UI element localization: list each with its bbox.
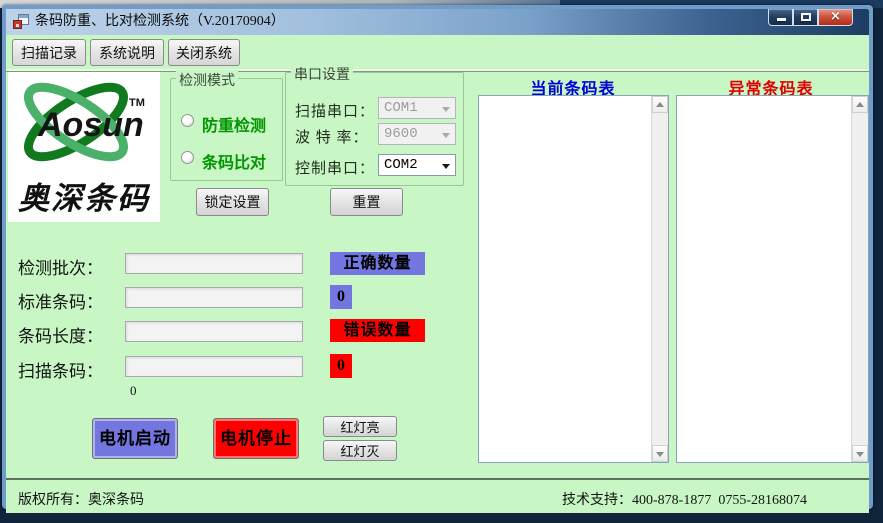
correct-count-value: 0 bbox=[330, 285, 352, 309]
baud-rate-value: 9600 bbox=[384, 126, 418, 142]
radio-barcode-compare[interactable]: 条码比对 bbox=[181, 149, 277, 165]
reset-button[interactable]: 重置 bbox=[330, 188, 403, 216]
maximize-icon bbox=[801, 13, 811, 21]
barcode-length-label: 条码长度： bbox=[18, 322, 103, 347]
batch-input[interactable] bbox=[125, 253, 303, 274]
app-form-icon bbox=[13, 14, 29, 30]
minimize-icon bbox=[777, 18, 786, 21]
standard-barcode-input[interactable] bbox=[125, 287, 303, 308]
close-icon: × bbox=[819, 9, 852, 25]
minimize-button[interactable] bbox=[768, 9, 793, 26]
serial-settings-groupbox: 串口设置 扫描串口： COM1 波 特 率： 9600 控制串口： COM2 bbox=[285, 72, 464, 186]
chevron-down-icon bbox=[442, 133, 450, 138]
batch-label: 检测批次： bbox=[18, 254, 103, 279]
current-barcode-listbox[interactable] bbox=[478, 95, 669, 463]
motor-stop-button[interactable]: 电机停止 bbox=[213, 418, 299, 459]
abnormal-barcode-listbox[interactable] bbox=[676, 95, 869, 463]
barcode-length-input[interactable] bbox=[125, 321, 303, 342]
titlebar[interactable]: 条码防重、比对检测系统（V.20170904） × bbox=[6, 9, 869, 35]
baud-rate-combo: 9600 bbox=[378, 123, 456, 145]
toolbar: 扫描记录 系统说明 关闭系统 bbox=[6, 35, 869, 72]
radio-anti-duplicate-label: 防重检测 bbox=[202, 112, 266, 136]
radio-anti-duplicate-icon bbox=[181, 114, 194, 127]
scroll-down-button[interactable] bbox=[652, 445, 668, 462]
scan-port-combo: COM1 bbox=[378, 97, 456, 119]
copyright-text: 版权所有：奥深条码 bbox=[18, 489, 144, 509]
svg-text:Aosun: Aosun bbox=[37, 106, 144, 144]
current-list-scrollbar[interactable] bbox=[651, 96, 668, 462]
control-port-label: 控制串口： bbox=[295, 157, 375, 178]
form-icon-front bbox=[13, 20, 22, 29]
scan-port-value: COM1 bbox=[384, 100, 418, 116]
red-light-off-button[interactable]: 红灯灭 bbox=[323, 440, 397, 461]
svg-text:TM: TM bbox=[129, 97, 145, 109]
detect-mode-groupbox: 检测模式 防重检测 条码比对 bbox=[170, 78, 283, 181]
toolbar-button-scan-records[interactable]: 扫描记录 bbox=[12, 39, 86, 66]
aosun-logo-icon: Aosun TM bbox=[8, 72, 160, 174]
standard-barcode-label: 标准条码： bbox=[18, 288, 103, 313]
scroll-down-button[interactable] bbox=[852, 445, 868, 462]
window-controls: × bbox=[768, 9, 853, 26]
error-count-label: 错误数量 bbox=[330, 319, 425, 342]
control-port-combo[interactable]: COM2 bbox=[378, 154, 456, 176]
scanned-barcode-label: 扫描条码： bbox=[18, 357, 103, 382]
chevron-down-icon bbox=[442, 107, 450, 112]
abnormal-list-scrollbar[interactable] bbox=[851, 96, 868, 462]
correct-count-label: 正确数量 bbox=[330, 252, 425, 275]
scroll-up-button[interactable] bbox=[652, 96, 668, 113]
scan-port-label: 扫描串口： bbox=[295, 100, 375, 121]
maximize-button[interactable] bbox=[793, 9, 818, 26]
scanned-barcode-input[interactable] bbox=[125, 356, 303, 377]
lock-settings-button[interactable]: 锁定设置 bbox=[196, 188, 269, 216]
arrow-up-icon bbox=[856, 102, 864, 107]
scroll-up-button[interactable] bbox=[852, 96, 868, 113]
app-window: 条码防重、比对检测系统（V.20170904） × 扫描记录 系统说明 关闭系统 bbox=[2, 5, 873, 509]
chevron-down-icon bbox=[442, 164, 450, 169]
arrow-up-icon bbox=[656, 102, 664, 107]
detect-mode-title: 检测模式 bbox=[176, 70, 238, 90]
tech-support-text: 技术支持：400-878-1877 0755-28168074 bbox=[562, 489, 807, 509]
statusbar: 版权所有：奥深条码 技术支持：400-878-1877 0755-2816807… bbox=[6, 480, 869, 513]
red-light-on-button[interactable]: 红灯亮 bbox=[323, 416, 397, 437]
toolbar-button-close-system[interactable]: 关闭系统 bbox=[168, 39, 240, 66]
serial-settings-title: 串口设置 bbox=[291, 64, 353, 84]
arrow-down-icon bbox=[656, 452, 664, 457]
arrow-down-icon bbox=[856, 452, 864, 457]
close-button[interactable]: × bbox=[818, 9, 853, 26]
motor-start-button[interactable]: 电机启动 bbox=[92, 418, 178, 459]
radio-barcode-compare-icon bbox=[181, 151, 194, 164]
logo-caption: 奥深条码 bbox=[8, 173, 160, 218]
radio-barcode-compare-label: 条码比对 bbox=[202, 149, 266, 173]
control-port-value: COM2 bbox=[384, 157, 418, 173]
company-logo: Aosun TM 奥深条码 bbox=[8, 72, 160, 222]
scan-count-value: 0 bbox=[130, 383, 137, 399]
error-count-value: 0 bbox=[330, 354, 352, 378]
toolbar-button-system-help[interactable]: 系统说明 bbox=[90, 39, 164, 66]
baud-rate-label: 波 特 率： bbox=[295, 126, 369, 147]
window-title: 条码防重、比对检测系统（V.20170904） bbox=[35, 9, 285, 35]
radio-anti-duplicate[interactable]: 防重检测 bbox=[181, 112, 277, 128]
